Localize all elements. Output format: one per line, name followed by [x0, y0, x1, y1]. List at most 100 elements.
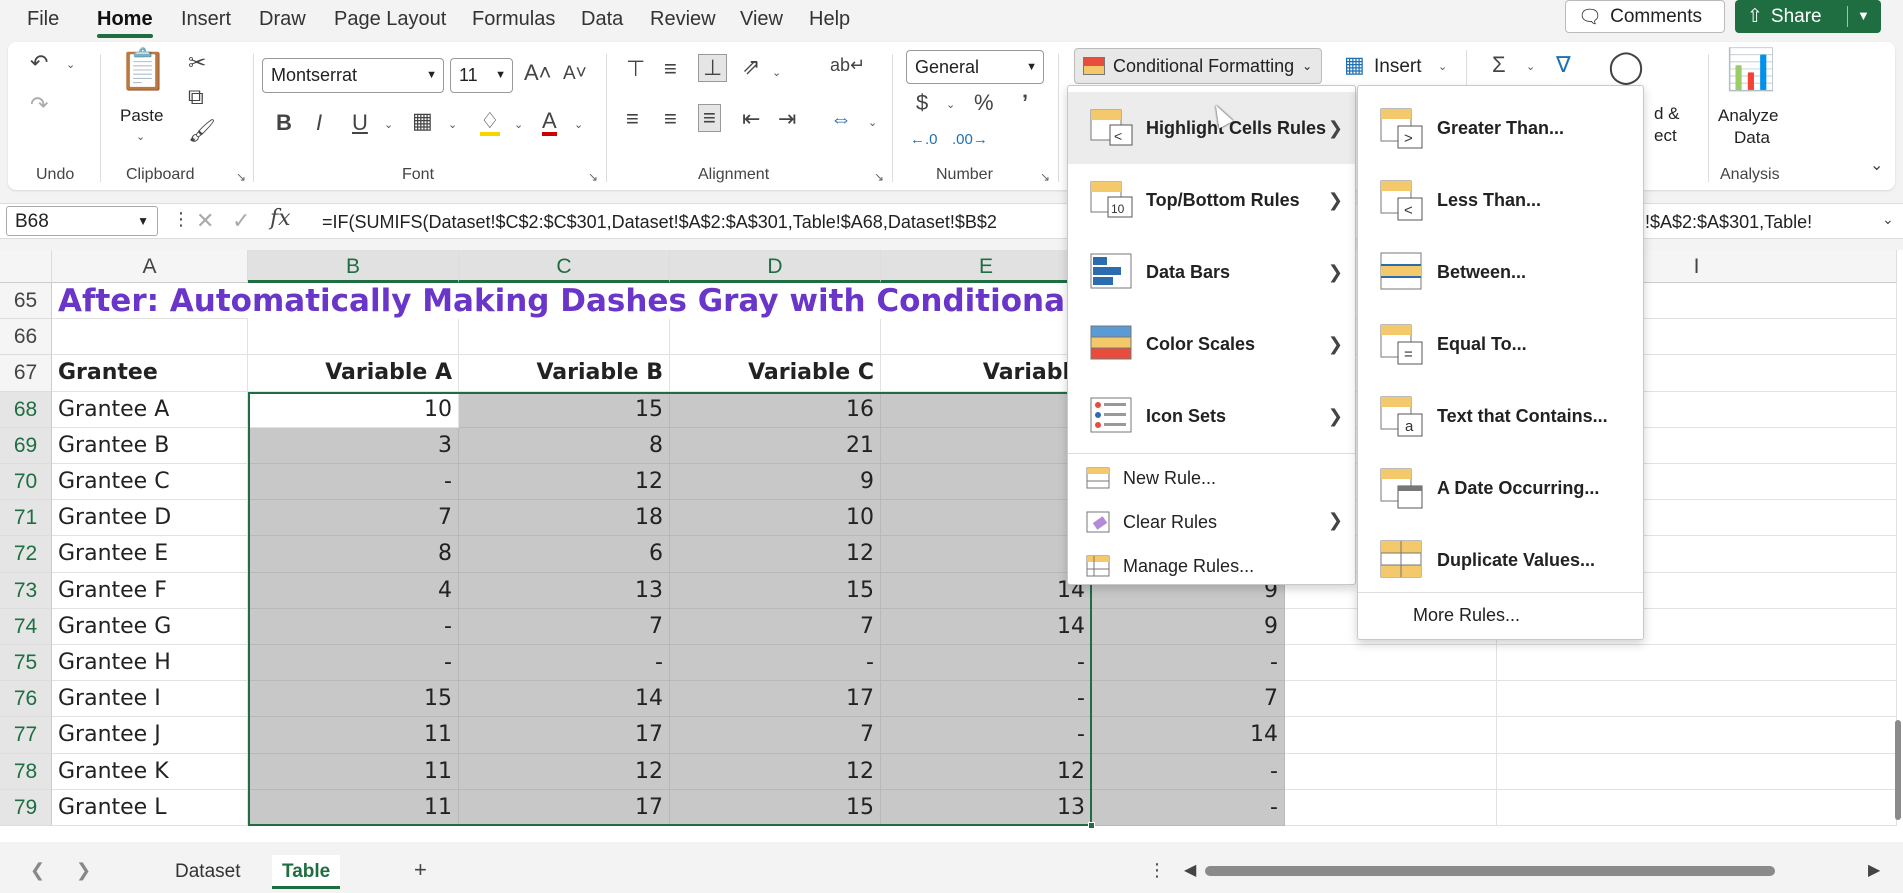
align-bottom-icon[interactable]: ⊥ — [698, 54, 728, 82]
chevron-down-icon[interactable]: ⌄ — [1438, 60, 1447, 73]
chevron-down-icon[interactable]: ⌄ — [574, 118, 583, 131]
undo-icon[interactable]: ↶ — [30, 52, 48, 74]
grid-cell[interactable] — [670, 319, 881, 356]
row-header[interactable]: 72 — [0, 536, 52, 573]
value-cell[interactable] — [881, 391, 1092, 428]
menu-insert[interactable]: Insert — [181, 8, 231, 31]
borders-icon[interactable]: ▦ — [412, 110, 433, 132]
menu-item-duplicate-values[interactable]: Duplicate Values... — [1358, 524, 1643, 596]
grid-cell[interactable] — [1285, 645, 1497, 682]
grantee-cell[interactable]: Grantee A — [52, 391, 248, 428]
horizontal-scrollbar[interactable] — [1205, 866, 1775, 876]
value-cell[interactable]: 16 — [670, 391, 881, 428]
prev-sheet-icon[interactable]: ❮ — [30, 861, 45, 879]
align-center-icon[interactable]: ≡ — [664, 108, 677, 130]
menu-item-color-scales[interactable]: Color Scales ❯ — [1068, 308, 1355, 380]
menu-item-data-bars[interactable]: Data Bars ❯ — [1068, 236, 1355, 308]
font-color-icon[interactable]: A — [542, 110, 557, 136]
grantee-cell[interactable]: Grantee E — [52, 536, 248, 573]
value-cell[interactable]: 17 — [459, 717, 670, 754]
find-select-label[interactable]: d & — [1654, 104, 1680, 124]
dialog-launcher-icon[interactable]: ↘ — [588, 170, 598, 184]
merge-center-icon[interactable]: ⇔ — [830, 108, 852, 130]
grid-cell[interactable] — [248, 319, 459, 356]
cancel-icon[interactable]: ✕ — [196, 210, 214, 232]
value-cell[interactable]: 9 — [1092, 608, 1285, 645]
sheet-tab-table[interactable]: Table — [272, 855, 341, 889]
fill-color-icon[interactable]: ♢ — [480, 110, 500, 136]
value-cell[interactable]: - — [881, 645, 1092, 682]
sort-filter-icon[interactable]: ∇ — [1556, 54, 1571, 76]
column-title[interactable]: Grantee — [52, 355, 248, 392]
value-cell[interactable]: 17 — [670, 681, 881, 718]
value-cell[interactable]: - — [248, 464, 459, 501]
enter-icon[interactable]: ✓ — [232, 210, 250, 232]
value-cell[interactable]: 6 — [459, 536, 670, 573]
value-cell[interactable]: - — [1092, 645, 1285, 682]
copy-icon[interactable]: ⧉ — [188, 86, 204, 108]
value-cell[interactable]: 1 — [881, 427, 1092, 464]
column-header-d[interactable]: D — [670, 250, 881, 283]
dialog-launcher-icon[interactable]: ↘ — [236, 170, 246, 184]
value-cell[interactable]: - — [670, 645, 881, 682]
column-title[interactable]: Variable — [881, 355, 1092, 392]
menu-item-highlight-cells-rules[interactable]: < Highlight Cells Rules ❯ — [1068, 92, 1355, 164]
column-header-e[interactable]: E — [881, 250, 1092, 283]
chevron-down-icon[interactable]: ▼ — [1857, 8, 1870, 23]
grid-cell[interactable] — [1285, 717, 1497, 754]
grantee-cell[interactable]: Grantee K — [52, 753, 248, 790]
grantee-cell[interactable]: Grantee D — [52, 500, 248, 537]
value-cell[interactable]: 7 — [670, 717, 881, 754]
decrease-decimal-icon[interactable]: .00→ — [952, 132, 988, 147]
grantee-cell[interactable]: Grantee B — [52, 427, 248, 464]
scroll-left-icon[interactable]: ◀ — [1184, 863, 1196, 879]
insert-function-icon[interactable]: fx — [270, 208, 291, 230]
menu-item-manage-rules[interactable]: Manage Rules... — [1068, 544, 1355, 588]
analyze-data-label[interactable]: Analyze — [1718, 106, 1778, 126]
column-header-c[interactable]: C — [459, 250, 670, 283]
value-cell[interactable]: 4 — [248, 572, 459, 609]
value-cell[interactable]: - — [248, 645, 459, 682]
cut-icon[interactable]: ✂ — [188, 52, 206, 74]
value-cell[interactable]: 13 — [459, 572, 670, 609]
font-name-select[interactable]: Montserrat ▼ — [262, 58, 444, 93]
menu-formulas[interactable]: Formulas — [472, 8, 555, 31]
grantee-cell[interactable]: Grantee G — [52, 608, 248, 645]
value-cell[interactable]: 17 — [459, 789, 670, 826]
menu-item-top-bottom-rules[interactable]: 10 Top/Bottom Rules ❯ — [1068, 164, 1355, 236]
chevron-down-icon[interactable]: ⌄ — [1526, 60, 1535, 73]
collapse-ribbon-icon[interactable]: ⌄ — [1870, 158, 1883, 174]
sheet-title[interactable]: After: Automatically Making Dashes Gray … — [52, 283, 1076, 320]
value-cell[interactable]: 3 — [248, 427, 459, 464]
grid-cell[interactable] — [1497, 681, 1897, 718]
next-sheet-icon[interactable]: ❯ — [76, 861, 91, 879]
menu-review[interactable]: Review — [650, 8, 716, 31]
conditional-formatting-button[interactable]: Conditional Formatting ⌄ — [1074, 48, 1322, 84]
vertical-scrollbar[interactable] — [1895, 720, 1901, 820]
value-cell[interactable]: 1 — [881, 536, 1092, 573]
grid-cell[interactable] — [1285, 681, 1497, 718]
find-select-label-2[interactable]: ect — [1654, 126, 1677, 146]
grantee-cell[interactable]: Grantee C — [52, 464, 248, 501]
paste-icon[interactable]: 📋 — [118, 50, 168, 90]
value-cell[interactable]: 14 — [1092, 717, 1285, 754]
value-cell[interactable]: 15 — [459, 391, 670, 428]
value-cell[interactable]: - — [1092, 789, 1285, 826]
row-header[interactable]: 69 — [0, 427, 52, 464]
grid-cell[interactable] — [459, 319, 670, 356]
sheet-tab-dataset[interactable]: Dataset — [165, 855, 250, 889]
row-header[interactable]: 66 — [0, 319, 52, 356]
align-top-icon[interactable]: ⊤ — [626, 58, 645, 80]
menu-item-clear-rules[interactable]: Clear Rules ❯ — [1068, 500, 1355, 544]
paste-label[interactable]: Paste — [120, 106, 163, 126]
menu-help[interactable]: Help — [809, 8, 850, 31]
redo-icon[interactable]: ↷ — [30, 94, 48, 116]
value-cell[interactable]: 14 — [459, 681, 670, 718]
value-cell[interactable]: 12 — [459, 753, 670, 790]
chevron-down-icon[interactable]: ⌄ — [136, 130, 145, 143]
comments-button[interactable]: 🗨 Comments — [1565, 0, 1725, 33]
insert-label[interactable]: Insert — [1374, 56, 1422, 78]
value-cell[interactable]: 12 — [881, 753, 1092, 790]
column-title[interactable]: Variable C — [670, 355, 881, 392]
value-cell[interactable]: 14 — [881, 572, 1092, 609]
